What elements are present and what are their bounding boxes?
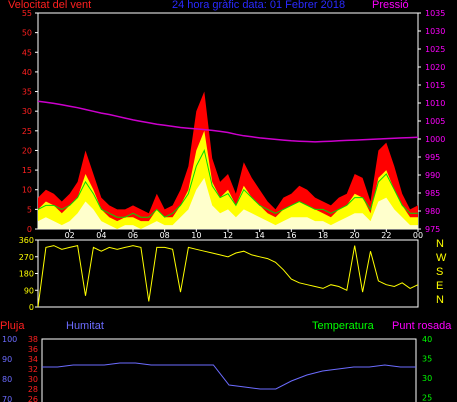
temperature-y-axis: 25 30 35 40 xyxy=(422,335,432,402)
rain-y-tick-label: 30 xyxy=(28,375,38,384)
temperature-y-tick-label: 25 xyxy=(422,393,432,402)
time-tick-label: 18 xyxy=(318,231,328,240)
wind-y-tick-label: 35 xyxy=(22,88,32,97)
wind-y-tick-label: 0 xyxy=(27,225,32,234)
wind-y-tick-label: 25 xyxy=(22,127,32,136)
humidity-y-tick-label: 100 xyxy=(2,335,17,344)
wind-y-tick-label: 15 xyxy=(22,166,32,175)
pressure-y-tick-label: 1010 xyxy=(425,99,445,108)
rain-y-tick-label: 32 xyxy=(28,365,38,374)
pressure-y-tick-label: 995 xyxy=(425,153,440,162)
humidity-y-axis: 70 80 90 100 xyxy=(2,335,17,402)
time-tick-label: 08 xyxy=(160,231,170,240)
weather-dashboard: Velocitat del vent 24 hora gràfic data: … xyxy=(0,0,457,402)
pressure-y-tick-label: 1015 xyxy=(425,81,445,90)
compass-n-top: N xyxy=(436,238,444,250)
humidity-temperature-chart: 26283032343638 708090100 25303540 xyxy=(2,335,432,402)
rain-y-tick-label: 36 xyxy=(28,345,38,354)
pressure-y-tick-label: 1020 xyxy=(425,63,445,72)
wind-y-tick-label: 5 xyxy=(27,205,32,214)
compass-s: S xyxy=(436,266,444,278)
wind-direction-chart: 0 90 180 270 360 xyxy=(19,236,419,312)
pressure-y-tick-label: 980 xyxy=(425,207,440,216)
time-tick-label: 12 xyxy=(223,231,233,240)
time-tick-label: 22 xyxy=(381,231,391,240)
direction-plot-frame xyxy=(37,239,419,308)
time-tick-label: 10 xyxy=(191,231,201,240)
temperature-y-tick-label: 30 xyxy=(422,374,432,383)
humidity-line xyxy=(42,362,416,390)
humidity-plot-frame xyxy=(41,338,417,402)
direction-y-tick-label: 180 xyxy=(19,270,34,279)
direction-y-tick-label: 360 xyxy=(19,236,34,245)
humidity-legend: Humitat xyxy=(66,320,104,332)
compass-w: W xyxy=(436,252,447,264)
direction-y-tick-label: 270 xyxy=(19,253,34,262)
pressure-y-tick-label: 1025 xyxy=(425,45,445,54)
humidity-y-tick-label: 90 xyxy=(2,355,12,364)
temperature-legend: Temperatura xyxy=(312,320,374,332)
pressure-y-tick-label: 1035 xyxy=(425,9,445,18)
humidity-y-tick-label: 70 xyxy=(2,395,12,402)
time-tick-label: 04 xyxy=(96,231,106,240)
pressure-y-tick-label: 1000 xyxy=(425,135,445,144)
wind-direction-line xyxy=(37,244,419,308)
time-tick-label: 06 xyxy=(128,231,138,240)
rain-legend: Pluja xyxy=(0,320,25,332)
pressure-y-tick-label: 1005 xyxy=(425,117,445,126)
compass-e: E xyxy=(436,280,444,292)
wind-y-axis: 0 5 10 15 20 25 30 35 40 45 50 55 xyxy=(22,9,38,234)
time-tick-label: 14 xyxy=(255,231,265,240)
rain-y-tick-label: 38 xyxy=(28,335,38,344)
wind-pressure-chart: 0510152025303540455055 97598098599099510… xyxy=(22,9,446,240)
humidity-y-tick-label: 80 xyxy=(2,375,12,384)
time-tick-label: 02 xyxy=(65,231,75,240)
time-x-axis: 02 04 06 08 10 12 14 16 18 20 22 00 xyxy=(65,229,423,240)
temperature-y-tick-label: 40 xyxy=(422,335,432,344)
wind-y-tick-label: 10 xyxy=(22,186,32,195)
direction-y-tick-label: 90 xyxy=(24,286,34,295)
pressure-y-tick-label: 975 xyxy=(425,225,440,234)
rain-y-tick-label: 28 xyxy=(28,385,38,394)
pressure-y-axis: 975 980 985 990 995 1000 1005 1010 1015 1020 1025 1… xyxy=(418,9,445,234)
pressure-y-tick-label: 990 xyxy=(425,171,440,180)
rain-y-tick-label: 34 xyxy=(28,355,38,364)
pressure-y-tick-label: 985 xyxy=(425,189,440,198)
wind-y-tick-label: 50 xyxy=(22,29,32,38)
wind-y-tick-label: 40 xyxy=(22,68,32,77)
compass-n-bottom: N xyxy=(436,294,444,306)
charts-canvas: 0510152025303540455055 97598098599099510… xyxy=(2,9,446,402)
wind-y-tick-label: 20 xyxy=(22,146,32,155)
pressure-y-tick-label: 1030 xyxy=(425,27,445,36)
pressure-line xyxy=(37,100,419,143)
wind-y-tick-label: 45 xyxy=(22,48,32,57)
dewpoint-legend: Punt rosada xyxy=(392,320,452,332)
wind-y-tick-label: 55 xyxy=(22,9,32,18)
rain-y-axis: 26283032343638 xyxy=(28,335,38,402)
direction-y-tick-label: 0 xyxy=(29,303,34,312)
time-tick-label: 20 xyxy=(350,231,360,240)
time-tick-label: 16 xyxy=(286,231,296,240)
temperature-y-tick-label: 35 xyxy=(422,354,432,363)
time-tick-label: 00 xyxy=(413,231,423,240)
direction-y-axis: 0 90 180 270 360 xyxy=(19,236,38,312)
rain-y-tick-label: 26 xyxy=(28,395,38,402)
wind-y-tick-label: 30 xyxy=(22,107,32,116)
